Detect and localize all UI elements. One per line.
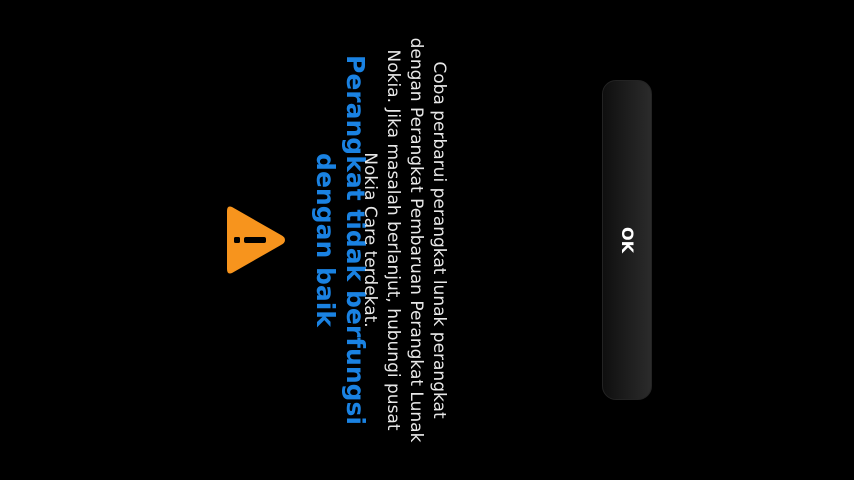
- ok-button[interactable]: OK: [602, 80, 652, 400]
- dialog-message: Coba perbarui perangkat lunak perangkat …: [360, 37, 449, 443]
- warning-icon: [227, 206, 285, 274]
- error-dialog: Perangkat tidak berfungsi dengan baik Co…: [0, 0, 854, 480]
